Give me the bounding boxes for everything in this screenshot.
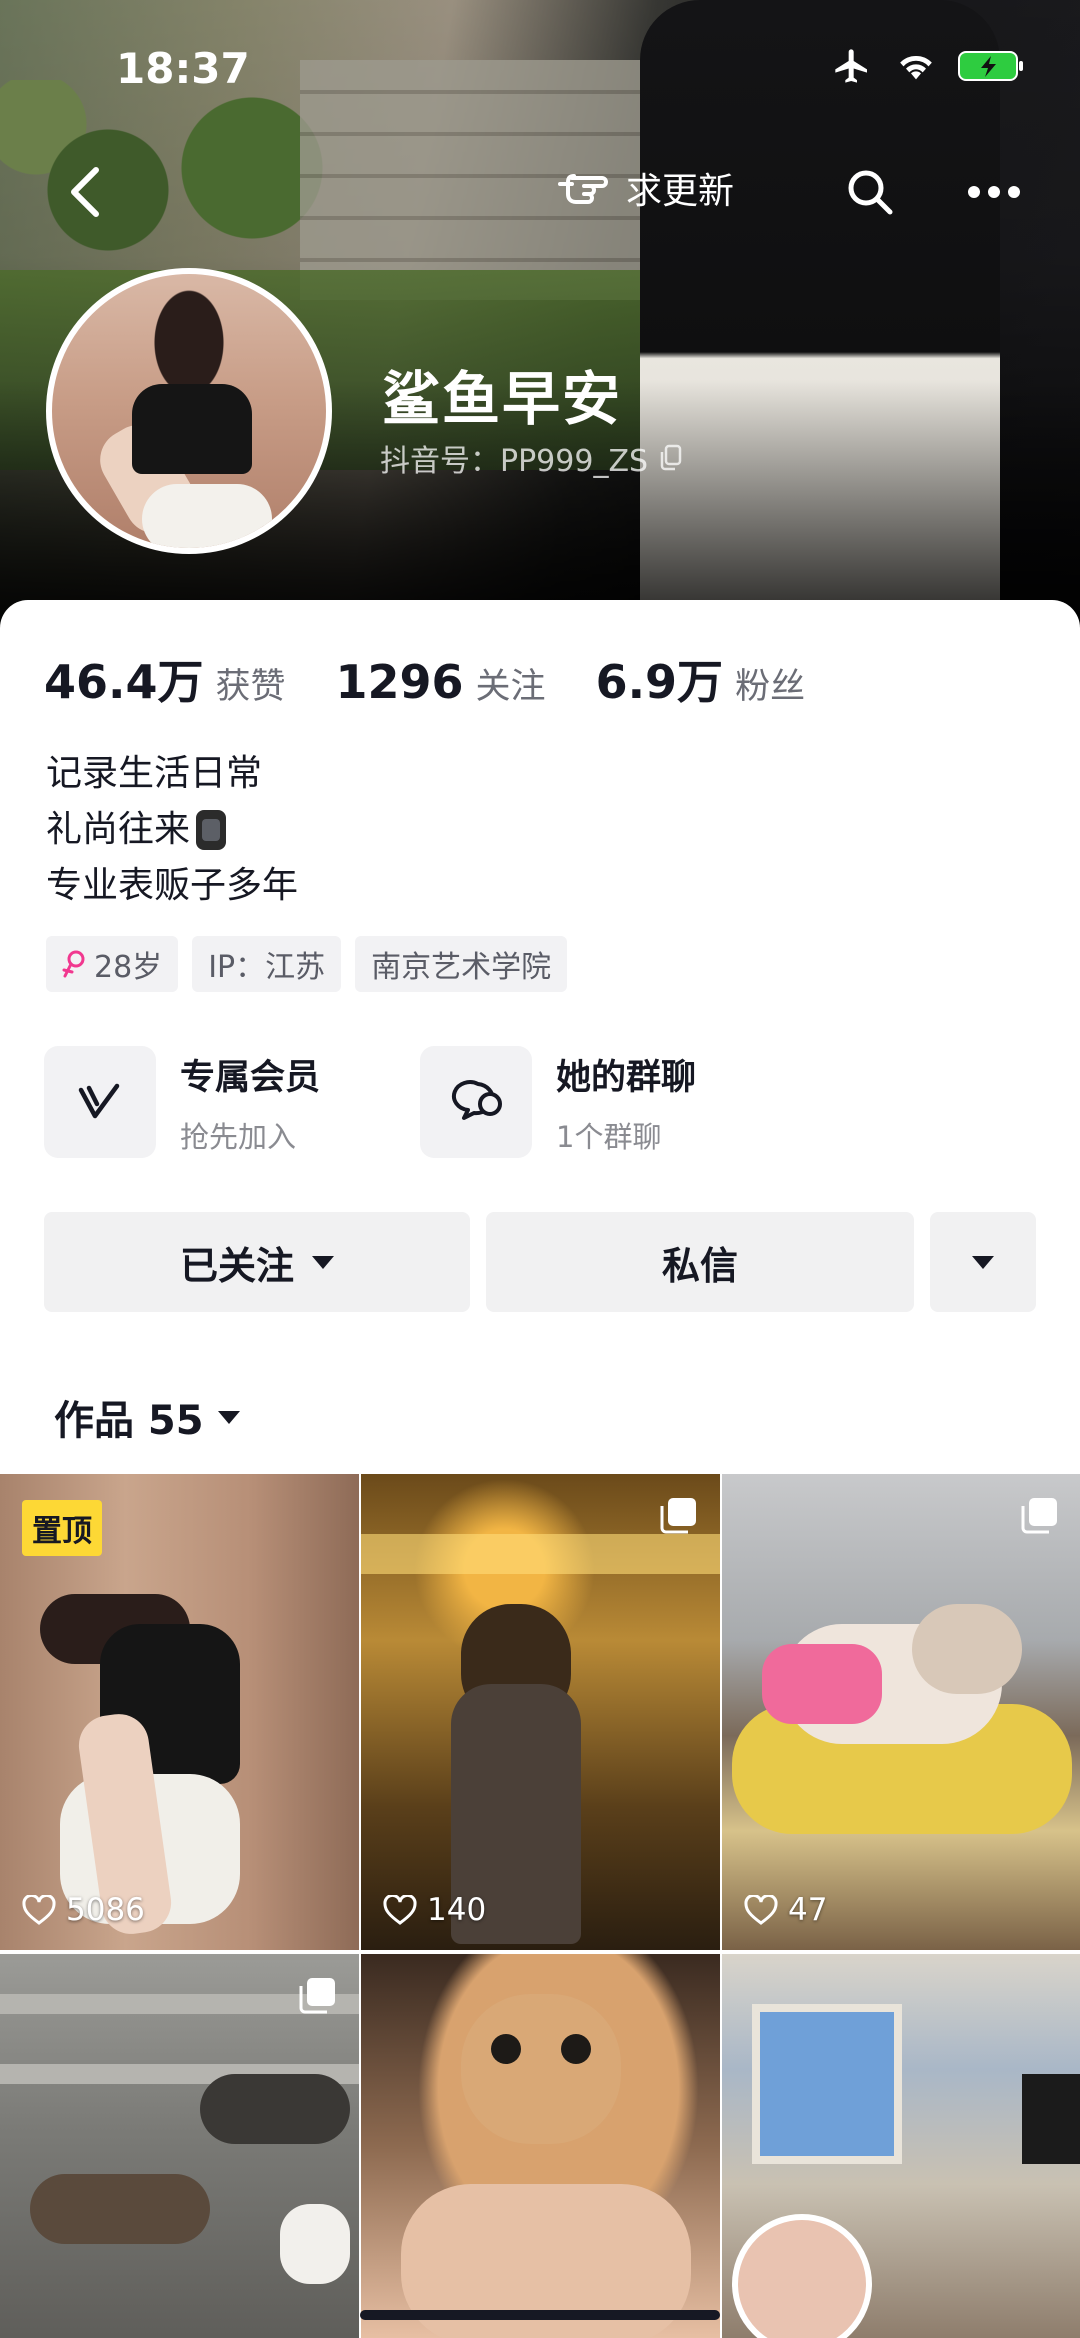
video-thumbnail[interactable]: 置顶 5086 [0,1474,359,1950]
like-count: 140 [383,1892,486,1928]
more-button[interactable] [966,180,1022,204]
heart-icon [744,1895,778,1925]
multi-image-icon [299,1978,335,2014]
back-arrow-icon [71,167,99,217]
tag-age: 28岁 [46,936,179,992]
bio: 记录生活日常 礼尚往来 专业表贩子多年 [46,746,298,914]
caret-down-icon [312,1255,334,1269]
battery-charging-icon [958,51,1023,81]
stats-row: 46.4万 获赞 1296 关注 6.9万 粉丝 [44,646,855,712]
exclusive-member-entry[interactable]: 专属会员 抢先加入 [44,1046,420,1158]
feature-subtitle: 抢先加入 [180,1119,297,1154]
like-count-text: 140 [427,1892,487,1928]
works-tab[interactable]: 作品 55 [54,1388,240,1446]
stat-label: 获赞 [215,667,286,707]
feature-title: 她的群聊 [556,1057,697,1098]
vip-v-icon [78,1083,120,1119]
wifi-icon [900,55,932,80]
stat-following[interactable]: 1296 关注 [336,655,546,709]
bio-line: 专业表贩子多年 [46,865,299,906]
video-thumbnail[interactable] [0,1954,359,2338]
following-label: 已关注 [179,1243,294,1288]
multi-image-icon [1021,1498,1057,1534]
search-icon [848,170,893,215]
more-icon [968,186,1020,198]
video-thumbnail[interactable] [361,1954,720,2338]
following-button[interactable]: 已关注 [44,1212,470,1312]
multi-image-icon [660,1498,696,1534]
more-options-button[interactable] [930,1212,1036,1312]
like-count-text: 5086 [66,1892,145,1928]
caret-down-icon [972,1255,994,1269]
profile-tags: 28岁 IP：江苏 南京艺术学院 [46,936,568,992]
stat-label: 关注 [475,667,546,707]
profile-name: 鲨鱼早安 [382,365,623,433]
stat-value: 6.9万 [595,655,724,709]
video-thumbnail[interactable] [722,1954,1080,2338]
watch-emoji-icon [196,810,227,850]
bio-line-with-icon: 礼尚往来 [46,802,298,858]
pinned-badge: 置顶 [22,1500,102,1556]
works-grid: 置顶 5086 140 47 [0,1474,1080,2338]
stat-label: 粉丝 [735,667,806,707]
bio-line: 礼尚往来 [46,809,191,850]
copy-icon[interactable] [658,444,684,472]
feature-subtitle: 1个群聊 [556,1119,662,1154]
heart-icon [383,1895,417,1925]
group-chat-icon [452,1080,502,1120]
feature-row: 专属会员 抢先加入 她的群聊 1个群聊 [44,1046,796,1158]
stat-value: 46.4万 [44,655,204,709]
caret-down-icon [217,1410,240,1424]
pointing-hand-icon [558,174,608,204]
request-update-button[interactable]: 求更新 [556,162,734,214]
tag-age-text: 28岁 [94,950,163,985]
stat-likes[interactable]: 46.4万 获赞 [44,646,286,712]
feature-title: 专属会员 [180,1057,321,1098]
message-label: 私信 [661,1243,738,1288]
video-thumbnail[interactable]: 140 [361,1474,720,1950]
stat-value: 1296 [335,655,464,709]
request-update-label: 求更新 [626,171,735,212]
heart-icon [22,1895,56,1925]
action-buttons: 已关注 私信 [44,1212,1036,1312]
status-time: 18:37 [116,44,250,93]
airplane-icon [835,49,867,83]
video-thumbnail[interactable]: 47 [722,1474,1080,1950]
female-icon [62,950,85,978]
tag-school[interactable]: 南京艺术学院 [355,936,568,992]
like-count: 47 [744,1892,827,1928]
tag-ip: IP：江苏 [192,936,342,992]
bio-line: 记录生活日常 [46,753,263,794]
douyin-id-text: 抖音号：PP999_ZS [380,444,649,479]
avatar[interactable] [46,268,332,554]
feature-icon-box [44,1046,156,1158]
status-icons [830,46,1024,86]
works-tab-label: 作品 55 [54,1398,204,1444]
like-count-text: 47 [788,1892,828,1928]
feature-icon-box [420,1046,532,1158]
group-chat-entry[interactable]: 她的群聊 1个群聊 [420,1046,796,1158]
home-indicator[interactable] [360,2310,720,2320]
stat-followers[interactable]: 6.9万 粉丝 [596,646,806,712]
message-button[interactable]: 私信 [486,1212,914,1312]
like-count: 5086 [22,1892,145,1928]
douyin-id[interactable]: 抖音号：PP999_ZS [380,436,684,480]
back-button[interactable] [64,164,112,220]
search-button[interactable] [846,168,894,216]
